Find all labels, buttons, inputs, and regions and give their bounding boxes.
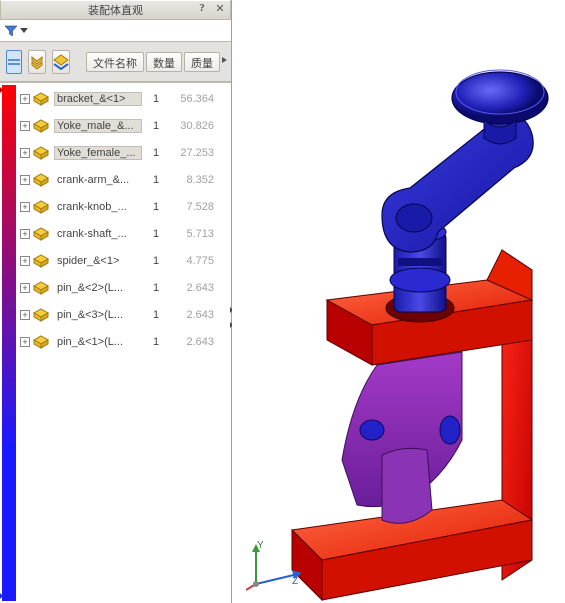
row-filename[interactable]: crank-shaft_... — [54, 227, 142, 241]
view-grouped-button[interactable] — [52, 50, 70, 74]
expander-icon[interactable]: + — [20, 337, 30, 347]
row-qty: 1 — [142, 336, 170, 348]
table-row[interactable]: + pin_&<1>(L...12.643 — [18, 328, 231, 355]
part-icon — [32, 145, 50, 161]
part-icon — [32, 226, 50, 242]
expander-icon[interactable]: + — [20, 310, 30, 320]
table-row[interactable]: + crank-shaft_...15.713 — [18, 220, 231, 247]
row-filename[interactable]: crank-knob_... — [54, 200, 142, 214]
col-overflow-icon[interactable] — [222, 54, 228, 69]
row-qty: 1 — [142, 174, 170, 186]
row-qty: 1 — [142, 201, 170, 213]
expander-icon[interactable]: + — [20, 229, 30, 239]
table-row[interactable]: + crank-arm_&...18.352 — [18, 166, 231, 193]
mass-gradient-bar — [2, 85, 16, 601]
close-icon[interactable]: ✕ — [212, 2, 228, 18]
filter-row — [0, 20, 231, 42]
table-row[interactable]: + spider_&<1>14.775 — [18, 247, 231, 274]
row-mass: 7.528 — [170, 201, 218, 213]
col-qty[interactable]: 数量 — [146, 52, 182, 72]
orientation-triad: Y Z — [246, 544, 306, 595]
row-mass: 4.775 — [170, 255, 218, 267]
table-row[interactable]: + pin_&<3>(L...12.643 — [18, 301, 231, 328]
part-icon — [32, 280, 50, 296]
row-qty: 1 — [142, 255, 170, 267]
col-filename[interactable]: 文件名称 — [86, 52, 144, 72]
row-filename[interactable]: pin_&<2>(L... — [54, 281, 142, 295]
row-mass: 5.713 — [170, 228, 218, 240]
part-icon — [32, 172, 50, 188]
tree-list: +bracket_&<1>156.364+Yoke_male_&...130.8… — [18, 83, 231, 355]
view-nested-button[interactable] — [28, 50, 46, 74]
expander-icon[interactable]: + — [20, 283, 30, 293]
row-filename[interactable]: Yoke_male_&... — [54, 119, 142, 133]
row-filename[interactable]: Yoke_female_... — [54, 146, 142, 160]
row-mass: 8.352 — [170, 174, 218, 186]
tree-scroll[interactable]: +bracket_&<1>156.364+Yoke_male_&...130.8… — [18, 83, 231, 603]
view-flat-button[interactable] — [6, 50, 22, 74]
expander-icon[interactable]: + — [20, 121, 30, 131]
expander-icon[interactable]: + — [20, 148, 30, 158]
row-mass: 2.643 — [170, 309, 218, 321]
row-qty: 1 — [142, 147, 170, 159]
row-filename[interactable]: pin_&<3>(L... — [54, 308, 142, 322]
tree-area: +bracket_&<1>156.364+Yoke_male_&...130.8… — [0, 82, 231, 603]
part-icon — [32, 307, 50, 323]
row-qty: 1 — [142, 93, 170, 105]
table-row[interactable]: + bracket_&<1>156.364 — [18, 85, 231, 112]
row-filename[interactable]: bracket_&<1> — [54, 92, 142, 106]
panel-title-text: 装配体直观 — [88, 2, 143, 18]
row-mass: 27.253 — [170, 147, 218, 159]
col-mass[interactable]: 质量 — [184, 52, 220, 72]
row-mass: 56.364 — [170, 93, 218, 105]
part-icon — [32, 334, 50, 350]
table-row[interactable]: + crank-knob_...17.528 — [18, 193, 231, 220]
table-row[interactable]: + pin_&<2>(L...12.643 — [18, 274, 231, 301]
row-qty: 1 — [142, 309, 170, 321]
gradient-tick-bottom — [0, 591, 8, 601]
expander-icon[interactable]: + — [20, 202, 30, 212]
row-filename[interactable]: pin_&<1>(L... — [54, 335, 142, 349]
column-headers: 文件名称 数量 质量 — [86, 52, 228, 72]
row-qty: 1 — [142, 282, 170, 294]
filter-dropdown-icon[interactable] — [20, 25, 28, 37]
part-icon — [32, 253, 50, 269]
part-icon — [32, 118, 50, 134]
part-icon — [32, 199, 50, 215]
filter-funnel-icon[interactable] — [4, 24, 18, 38]
axis-z-label: Z — [292, 576, 298, 587]
row-qty: 1 — [142, 228, 170, 240]
feature-panel: 装配体直观 ? ✕ 文件名称 数量 质量 — [0, 0, 232, 603]
row-filename[interactable]: crank-arm_&... — [54, 173, 142, 187]
expander-icon[interactable]: + — [20, 175, 30, 185]
table-row[interactable]: + Yoke_male_&...130.826 — [18, 112, 231, 139]
expander-icon[interactable]: + — [20, 94, 30, 104]
row-filename[interactable]: spider_&<1> — [54, 254, 142, 268]
row-mass: 2.643 — [170, 282, 218, 294]
help-icon[interactable]: ? — [194, 2, 210, 18]
row-mass: 2.643 — [170, 336, 218, 348]
row-mass: 30.826 — [170, 120, 218, 132]
panel-toolbar: 文件名称 数量 质量 — [0, 42, 231, 82]
expander-icon[interactable]: + — [20, 256, 30, 266]
row-qty: 1 — [142, 120, 170, 132]
gradient-tick-top — [0, 85, 8, 95]
viewport[interactable]: Y Z — [232, 0, 565, 603]
axis-y-label: Y — [257, 540, 264, 551]
panel-title-bar: 装配体直观 ? ✕ — [0, 0, 231, 20]
part-icon — [32, 91, 50, 107]
table-row[interactable]: + Yoke_female_...127.253 — [18, 139, 231, 166]
